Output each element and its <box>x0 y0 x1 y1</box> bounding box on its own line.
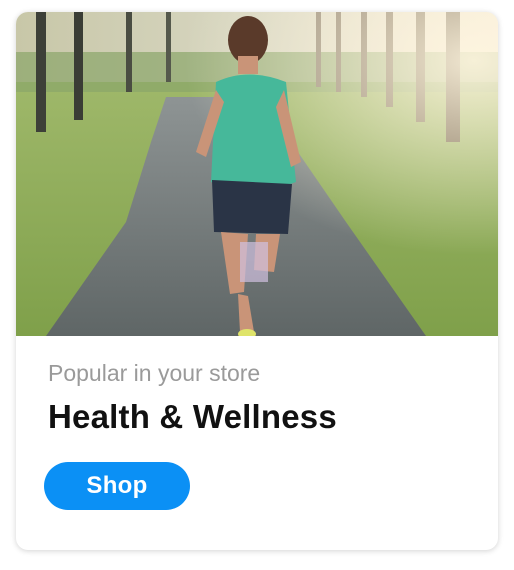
shop-button[interactable]: Shop <box>44 462 190 510</box>
runner-photo <box>16 12 498 336</box>
card-subtitle: Popular in your store <box>48 360 261 386</box>
category-card[interactable]: Popular in your store Health & Wellness … <box>16 12 498 550</box>
card-title: Health & Wellness <box>48 398 337 435</box>
